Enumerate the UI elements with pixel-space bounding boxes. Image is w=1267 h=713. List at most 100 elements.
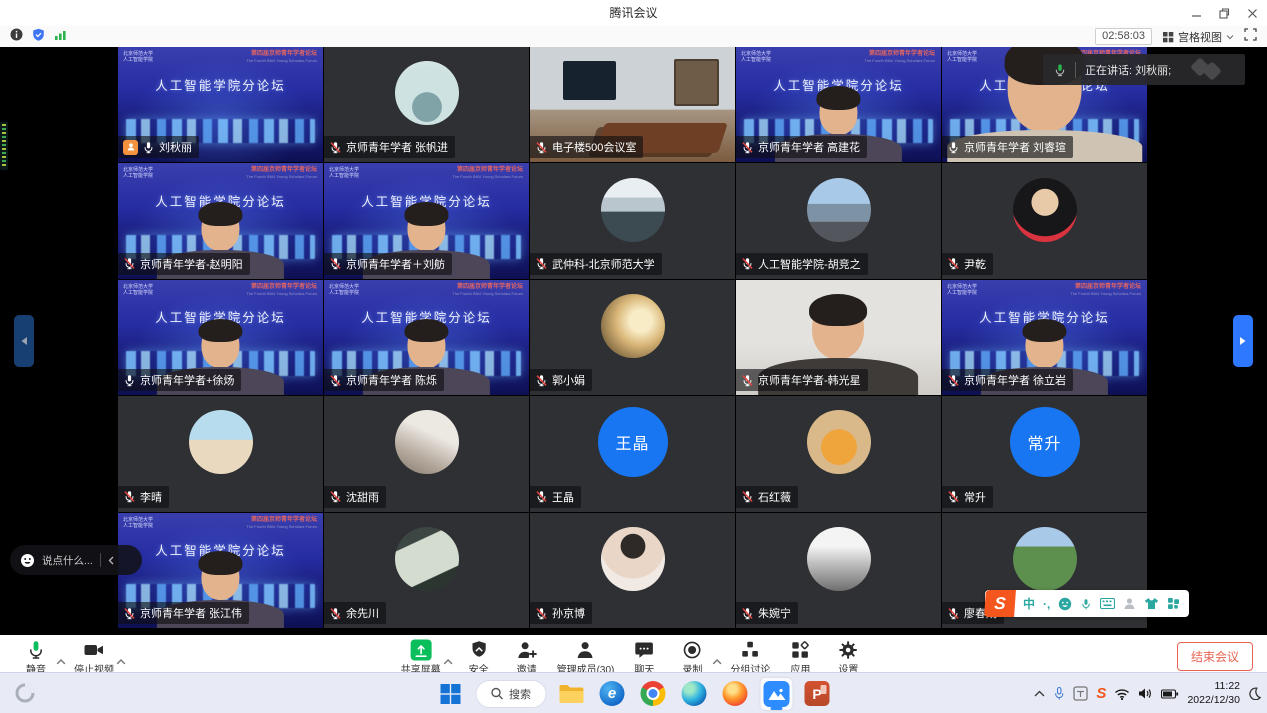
video-tile[interactable]: 北京师范大学人工智能学院 第四届京师青年学者论坛The Fourth BNU Y… (324, 280, 529, 395)
info-icon[interactable] (10, 28, 23, 46)
camera-options-caret[interactable] (116, 658, 126, 665)
video-tile[interactable]: 京师青年学者-韩光星 (736, 280, 941, 395)
video-tile[interactable]: 北京师范大学人工智能学院 第四届京师青年学者论坛The Fourth BNU Y… (118, 513, 323, 628)
video-tile[interactable]: 郭小娟 (530, 280, 735, 395)
search-label: 搜索 (509, 686, 531, 702)
close-icon[interactable] (1245, 6, 1259, 20)
search-icon (490, 687, 503, 700)
file-explorer-icon[interactable] (555, 678, 587, 710)
video-tile[interactable]: 北京师范大学人工智能学院 第四届京师青年学者论坛The Fourth BNU Y… (736, 47, 941, 162)
video-tile[interactable]: 常升 常升 (942, 396, 1147, 511)
video-tile[interactable]: 北京师范大学人工智能学院 第四届京师青年学者论坛The Fourth BNU Y… (118, 280, 323, 395)
minimize-icon[interactable] (1189, 6, 1203, 20)
video-tile[interactable]: 李晴 (118, 396, 323, 511)
mic-on-icon (947, 141, 960, 154)
toolbox-icon[interactable] (1167, 597, 1180, 610)
battery-icon[interactable] (1161, 689, 1179, 699)
participant-name: 京师青年学者 张帆进 (346, 139, 448, 155)
voice-icon[interactable] (1080, 597, 1092, 611)
participant-name: 京师青年学者+徐炀 (140, 372, 234, 388)
video-tile[interactable]: 北京师范大学人工智能学院 第四届京师青年学者论坛The Fourth BNU Y… (324, 163, 529, 278)
tray-ime-icon[interactable] (1073, 686, 1088, 701)
mic-muted-icon (741, 141, 754, 154)
forum-banner: 第四届京师青年学者论坛The Fourth BNU Young Scholars… (1070, 284, 1141, 296)
volume-icon[interactable] (1138, 687, 1153, 700)
forum-banner: 第四届京师青年学者论坛The Fourth BNU Young Scholars… (246, 517, 317, 529)
video-tile[interactable]: 京师青年学者 张帆进 (324, 47, 529, 162)
video-stage: 北京师范大学人工智能学院 第四届京师青年学者论坛The Fourth BNU Y… (0, 47, 1267, 635)
tray-expand-icon[interactable] (1034, 690, 1045, 697)
mic-options-caret[interactable] (56, 658, 66, 665)
night-mode-icon[interactable] (1248, 687, 1261, 700)
video-tile[interactable]: 武仲科-北京师范大学 (530, 163, 735, 278)
participant-name: 京师青年学者 高建花 (758, 139, 860, 155)
participant-name: 武仲科-北京师范大学 (552, 256, 655, 272)
skin-icon[interactable] (1144, 597, 1159, 610)
participant-name: 沈甜雨 (346, 489, 379, 505)
video-tile[interactable]: 余先川 (324, 513, 529, 628)
powerpoint-icon[interactable]: P (801, 678, 833, 710)
forum-banner: 第四届京师青年学者论坛The Fourth BNU Young Scholars… (452, 167, 523, 179)
prev-page-arrow[interactable] (14, 315, 34, 367)
mic-muted-icon (741, 374, 754, 387)
avatar (395, 410, 459, 474)
participant-name-label: 常升 (942, 486, 993, 508)
quick-chat-bubble[interactable]: 说点什么... (10, 545, 142, 575)
taskbar-clock[interactable]: 11:22 2022/12/30 (1187, 680, 1240, 706)
next-page-arrow[interactable] (1233, 315, 1253, 367)
video-tile[interactable]: 北京师范大学人工智能学院 第四届京师青年学者论坛The Fourth BNU Y… (118, 163, 323, 278)
taskbar-search[interactable]: 搜索 (475, 680, 546, 708)
forum-banner: 第四届京师青年学者论坛The Fourth BNU Young Scholars… (246, 51, 317, 63)
chrome-icon[interactable] (637, 678, 669, 710)
wifi-icon[interactable] (1114, 688, 1130, 700)
sogou-logo[interactable]: S (984, 590, 1016, 617)
video-tile[interactable]: 北京师范大学人工智能学院 第四届京师青年学者论坛The Fourth BNU Y… (118, 47, 323, 162)
mic-muted-icon (123, 490, 136, 503)
fullscreen-icon[interactable] (1244, 28, 1257, 46)
participant-name-label: 王晶 (530, 486, 581, 508)
video-tile[interactable]: 石红薇 (736, 396, 941, 511)
person-icon[interactable] (1123, 597, 1136, 610)
tray-mic-icon[interactable] (1053, 686, 1065, 701)
video-tile[interactable]: 沈甜雨 (324, 396, 529, 511)
emoji-icon[interactable] (1058, 597, 1072, 611)
video-tile[interactable]: 孙京博 (530, 513, 735, 628)
mic-muted-icon (947, 490, 960, 503)
taskbar-tray: S 11:22 2022/12/30 (1034, 673, 1261, 713)
ie-browser-icon[interactable]: e (596, 678, 628, 710)
keyboard-icon[interactable] (1100, 598, 1115, 609)
network-signal-icon[interactable] (54, 28, 67, 46)
video-tile[interactable]: 王晶 王晶 (530, 396, 735, 511)
swirl-icon[interactable] (14, 682, 36, 709)
participant-name-label: 京师青年学者 刘睿瑄 (942, 136, 1073, 158)
university-logo: 北京师范大学人工智能学院 (123, 284, 153, 296)
start-button[interactable] (434, 678, 466, 710)
shield-check-icon[interactable] (32, 28, 45, 46)
video-tile[interactable]: 朱婉宁 (736, 513, 941, 628)
firefox-icon[interactable] (719, 678, 751, 710)
collapse-left-icon[interactable] (108, 556, 114, 565)
participant-name: 尹乾 (964, 256, 986, 272)
video-tile[interactable]: 尹乾 (942, 163, 1147, 278)
tray-sogou-icon[interactable]: S (1096, 685, 1106, 702)
ime-punctuation-toggle[interactable]: ·, (1043, 597, 1050, 611)
meeting-timer: 02:58:03 (1095, 28, 1152, 45)
mic-active-icon (1053, 63, 1067, 77)
participant-name-label: 京师青年学者＋刘舫 (324, 253, 452, 275)
participant-name-label: 京师青年学者 陈烁 (324, 369, 444, 391)
share-options-caret[interactable] (443, 658, 453, 665)
video-tile[interactable]: 北京师范大学人工智能学院 第四届京师青年学者论坛The Fourth BNU Y… (942, 280, 1147, 395)
view-mode-selector[interactable]: 宫格视图 (1162, 29, 1234, 45)
video-tile[interactable]: 人工智能学院-胡竞之 (736, 163, 941, 278)
window-controls (1189, 0, 1259, 26)
record-options-caret[interactable] (712, 658, 722, 665)
video-tile[interactable]: 电子楼500会议室 (530, 47, 735, 162)
avatar (807, 178, 871, 242)
edge-icon[interactable] (678, 678, 710, 710)
university-logo: 北京师范大学人工智能学院 (329, 284, 359, 296)
end-meeting-button[interactable]: 结束会议 (1177, 642, 1253, 671)
restore-icon[interactable] (1217, 6, 1231, 20)
ime-lang-toggle[interactable]: 中 (1023, 595, 1035, 612)
participant-name-label: 李晴 (118, 486, 169, 508)
tencent-meeting-icon[interactable] (760, 678, 792, 710)
